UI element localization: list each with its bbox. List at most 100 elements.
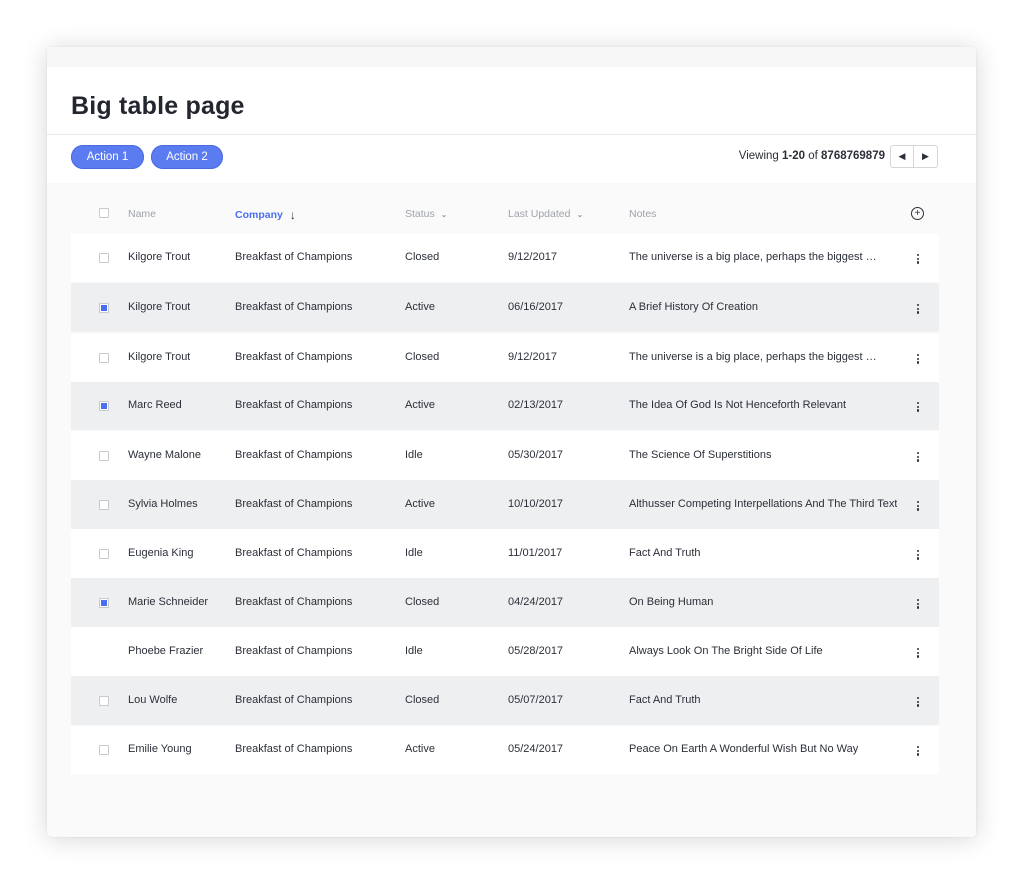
kebab-icon[interactable] xyxy=(913,746,923,756)
action-1-button[interactable]: Action 1 xyxy=(71,145,144,169)
table-row[interactable]: Wayne Malone Breakfast of Champions Idle 05… xyxy=(71,431,939,480)
row-checkbox[interactable] xyxy=(99,401,109,411)
chevron-down-icon: ⌄ xyxy=(440,209,448,219)
table-row[interactable]: Kilgore Trout Breakfast of Champions Close… xyxy=(71,334,939,382)
table-row[interactable]: Sylvia Holmes Breakfast of Champions Activ… xyxy=(71,480,939,529)
column-header-notes[interactable]: Notes xyxy=(629,208,656,220)
table-row[interactable]: Eugenia King Breakfast of Champions Idle 11… xyxy=(71,529,939,578)
cell-status: Active xyxy=(405,743,435,755)
row-checkbox[interactable] xyxy=(99,303,109,313)
kebab-icon[interactable] xyxy=(913,550,923,560)
cell-last-updated: 05/28/2017 xyxy=(508,645,564,657)
cell-last-updated: 05/24/2017 xyxy=(508,743,564,755)
cell-notes: Always Look On The Bright Side Of Life xyxy=(629,645,823,657)
toolbar: Action 1 Action 2 Viewing 1-20 of 876876… xyxy=(47,135,976,183)
cell-status: Idle xyxy=(405,449,423,461)
cell-name: Kilgore Trout xyxy=(128,351,191,363)
column-label-last-updated: Last Updated xyxy=(508,208,571,220)
cell-notes: Peace On Earth A Wonderful Wish But No W… xyxy=(629,743,859,755)
cell-company: Breakfast of Champions xyxy=(235,399,353,411)
cell-status: Active xyxy=(405,301,435,313)
cell-last-updated: 9/12/2017 xyxy=(508,251,557,263)
cell-company: Breakfast of Champions xyxy=(235,547,353,559)
table-row[interactable]: Phoebe Frazier Breakfast of Champions Idle… xyxy=(71,627,939,676)
kebab-icon[interactable] xyxy=(913,304,923,314)
column-label-notes: Notes xyxy=(629,208,657,220)
top-strip xyxy=(47,47,976,67)
row-checkbox[interactable] xyxy=(99,353,109,363)
cell-company: Breakfast of Champions xyxy=(235,251,353,263)
plus-circle-icon[interactable]: + xyxy=(911,207,924,220)
kebab-icon[interactable] xyxy=(913,697,923,707)
kebab-icon[interactable] xyxy=(913,354,923,364)
page-card: Big table page Action 1 Action 2 Viewing… xyxy=(47,47,976,837)
cell-last-updated: 9/12/2017 xyxy=(508,351,557,363)
cell-company: Breakfast of Champions xyxy=(235,449,353,461)
kebab-icon[interactable] xyxy=(913,648,923,658)
table-header: Name Company ↓ Status ⌄ Last Updated ⌄ Note… xyxy=(71,192,939,234)
table-row[interactable]: Kilgore Trout Breakfast of Champions Close… xyxy=(71,234,939,282)
kebab-icon[interactable] xyxy=(913,402,923,412)
action-2-button[interactable]: Action 2 xyxy=(151,145,223,169)
kebab-icon[interactable] xyxy=(913,452,923,462)
cell-last-updated: 05/07/2017 xyxy=(508,694,564,706)
cell-last-updated: 04/24/2017 xyxy=(508,596,564,608)
column-header-company[interactable]: Company ↓ xyxy=(235,208,296,222)
chevron-down-icon: ⌄ xyxy=(576,209,584,219)
next-page-button[interactable]: ▶ xyxy=(914,145,938,168)
viewing-of: of xyxy=(805,150,822,162)
cell-notes: Fact And Truth xyxy=(629,694,701,706)
row-checkbox[interactable] xyxy=(99,253,109,263)
chevron-right-icon: ▶ xyxy=(922,151,929,161)
cell-name: Lou Wolfe xyxy=(128,694,178,706)
cell-status: Closed xyxy=(405,694,440,706)
cell-last-updated: 11/01/2017 xyxy=(508,547,563,559)
cell-name: Phoebe Frazier xyxy=(128,645,204,657)
cell-last-updated: 06/16/2017 xyxy=(508,301,564,313)
cell-name: Kilgore Trout xyxy=(128,251,191,263)
row-checkbox[interactable] xyxy=(99,745,109,755)
kebab-icon[interactable] xyxy=(913,501,923,511)
column-label-name: Name xyxy=(128,208,157,220)
cell-notes: The universe is a big place, perhaps the… xyxy=(629,351,877,363)
cell-status: Active xyxy=(405,399,435,411)
cell-notes: The Science Of Superstitions xyxy=(629,449,772,461)
row-checkbox[interactable] xyxy=(99,500,109,510)
cell-status: Idle xyxy=(405,547,423,559)
select-all-checkbox[interactable] xyxy=(99,208,109,218)
cell-name: Marie Schneider xyxy=(128,596,209,608)
table-row[interactable]: Lou Wolfe Breakfast of Champions Closed 05/… xyxy=(71,676,939,725)
row-checkbox[interactable] xyxy=(99,451,109,461)
row-checkbox[interactable] xyxy=(99,598,109,608)
viewing-range: 1-20 xyxy=(782,150,806,162)
cell-company: Breakfast of Champions xyxy=(235,301,353,313)
pagination-summary: Viewing 1-20 of 8768769879 xyxy=(739,150,885,162)
column-header-name[interactable]: Name xyxy=(128,208,156,220)
table-row[interactable]: Marie Schneider Breakfast of Champions Clo… xyxy=(71,578,939,627)
table-row[interactable]: Marc Reed Breakfast of Champions Active 02/… xyxy=(71,382,939,430)
cell-status: Idle xyxy=(405,645,423,657)
page-title: Big table page xyxy=(71,92,245,120)
cell-notes: The Idea Of God Is Not Henceforth Releva… xyxy=(629,399,847,411)
row-checkbox[interactable] xyxy=(99,549,109,559)
cell-notes: The universe is a big place, perhaps the… xyxy=(629,251,877,263)
kebab-icon[interactable] xyxy=(913,599,923,609)
column-header-last-updated[interactable]: Last Updated ⌄ xyxy=(508,208,583,220)
cell-status: Active xyxy=(405,498,435,510)
table-row[interactable]: Emilie Young Breakfast of Champions Active… xyxy=(71,726,939,774)
cell-status: Closed xyxy=(405,596,440,608)
kebab-icon[interactable] xyxy=(913,254,923,264)
column-header-status[interactable]: Status ⌄ xyxy=(405,208,447,220)
cell-company: Breakfast of Champions xyxy=(235,743,353,755)
cell-name: Marc Reed xyxy=(128,399,182,411)
page-header: Big table page xyxy=(47,67,976,135)
cell-company: Breakfast of Champions xyxy=(235,645,353,657)
cell-notes: A Brief History Of Creation xyxy=(629,301,758,313)
column-label-status: Status xyxy=(405,208,435,220)
cell-name: Emilie Young xyxy=(128,743,192,755)
table-row[interactable]: Kilgore Trout Breakfast of Champions Activ… xyxy=(71,283,939,332)
row-checkbox[interactable] xyxy=(99,696,109,706)
cell-company: Breakfast of Champions xyxy=(235,351,353,363)
previous-page-button[interactable]: ◀ xyxy=(890,145,914,168)
viewing-total: 8768769879 xyxy=(821,150,885,162)
